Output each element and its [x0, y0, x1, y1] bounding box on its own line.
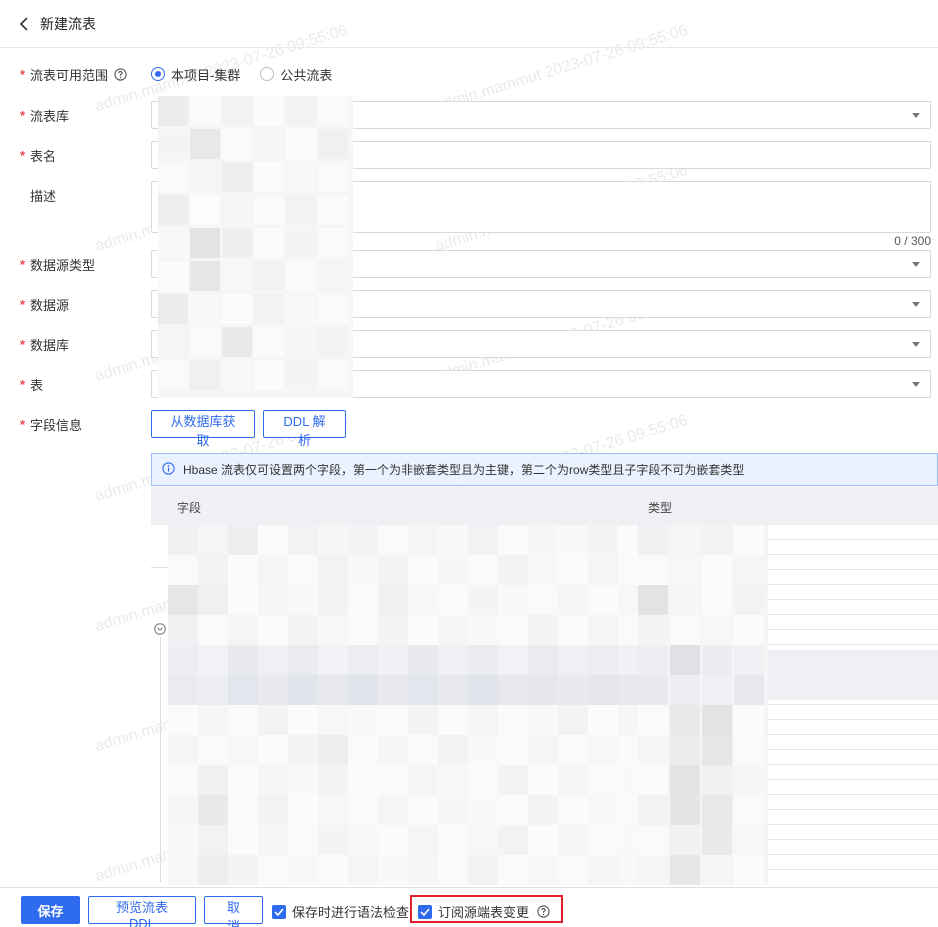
radio-checked-icon	[151, 67, 165, 81]
fields-label: * 字段信息	[20, 410, 82, 438]
hbase-notice: Hbase 流表仅可设置两个字段，第一个为非嵌套类型且为主键，第二个为row类型…	[151, 453, 938, 486]
scope-label-text: 流表可用范围	[30, 67, 109, 83]
scope-option-label: 本项目-集群	[171, 67, 241, 83]
required-mark: *	[20, 256, 26, 272]
scope-label: * 流表可用范围	[20, 60, 127, 88]
scope-radio-project[interactable]: 本项目-集群	[151, 65, 240, 84]
datasource-row: * 数据源	[0, 290, 938, 318]
radio-unchecked-icon	[260, 67, 275, 81]
save-button[interactable]: 保存	[21, 896, 80, 924]
info-icon	[162, 461, 175, 478]
scope-radio-public[interactable]: 公共流表	[260, 65, 332, 84]
highlight-box	[410, 895, 563, 923]
description-label: 描述	[20, 181, 56, 209]
table-name-label: * 表名	[20, 141, 56, 169]
datasource-type-label-text: 数据源类型	[30, 257, 96, 273]
caret-down-icon	[912, 302, 920, 307]
syntax-check-checkbox[interactable]: 保存时进行语法检查	[272, 902, 409, 921]
scope-option-label: 公共流表	[280, 67, 333, 83]
fetch-from-db-button[interactable]: 从数据库获取	[151, 410, 255, 448]
stream-db-label: * 流表库	[20, 101, 69, 129]
table-name-row: * 表名	[0, 141, 938, 169]
datasource-label-text: 数据源	[30, 297, 70, 313]
required-mark: *	[20, 296, 26, 312]
redacted-region	[158, 96, 353, 398]
scope-row: * 流表可用范围 本项目-集群 公共流表	[0, 60, 938, 88]
redacted-field-names	[168, 525, 648, 885]
datasource-type-label: * 数据源类型	[20, 250, 95, 278]
database-row: * 数据库	[0, 330, 938, 358]
description-row: 描述	[0, 181, 938, 233]
fields-table-body	[151, 525, 938, 887]
datasource-label: * 数据源	[20, 290, 69, 318]
scope-radio-group: 本项目-集群 公共流表	[151, 60, 332, 88]
required-mark: *	[20, 66, 26, 82]
stream-db-row: * 流表库	[0, 101, 938, 129]
help-icon[interactable]	[114, 67, 127, 81]
syntax-check-label: 保存时进行语法检查	[292, 905, 410, 920]
caret-down-icon	[912, 262, 920, 267]
description-label-text: 描述	[30, 188, 57, 204]
column-header-type: 类型	[648, 501, 673, 515]
required-mark: *	[20, 336, 26, 352]
column-header-field: 字段	[177, 501, 202, 515]
cancel-button[interactable]: 取 消	[204, 896, 263, 927]
table-name-label-text: 表名	[30, 148, 57, 164]
caret-down-icon	[912, 342, 920, 347]
stream-db-label-text: 流表库	[30, 108, 70, 124]
table-label: * 表	[20, 370, 43, 398]
required-mark: *	[20, 416, 26, 432]
highlighted-table-row	[768, 650, 938, 700]
description-counter: 0 / 300	[894, 234, 931, 248]
ddl-parse-button[interactable]: DDL 解析	[263, 410, 346, 448]
page-title: 新建流表	[40, 15, 96, 32]
preview-ddl-button[interactable]: 预览流表 DDL	[88, 896, 196, 927]
required-mark: *	[20, 147, 26, 163]
table-row: * 表	[0, 370, 938, 398]
redacted-field-types	[638, 525, 768, 885]
fields-table-header: 字段 类型	[151, 487, 938, 525]
required-mark: *	[20, 376, 26, 392]
caret-down-icon	[912, 113, 920, 118]
expand-row-icon[interactable]	[154, 623, 166, 638]
back-icon[interactable]	[14, 14, 34, 34]
fields-row: * 字段信息 从数据库获取 DDL 解析	[0, 410, 938, 448]
database-label-text: 数据库	[30, 337, 70, 353]
fields-label-text: 字段信息	[30, 417, 83, 433]
table-label-text: 表	[30, 377, 44, 393]
notice-text: Hbase 流表仅可设置两个字段，第一个为非嵌套类型且为主键，第二个为row类型…	[183, 463, 745, 477]
caret-down-icon	[912, 382, 920, 387]
datasource-type-row: * 数据源类型	[0, 250, 938, 278]
table-row-lines	[768, 525, 938, 880]
required-mark: *	[20, 107, 26, 123]
page-header: 新建流表	[0, 0, 938, 48]
database-label: * 数据库	[20, 330, 69, 358]
checkbox-checked-icon	[272, 904, 286, 919]
